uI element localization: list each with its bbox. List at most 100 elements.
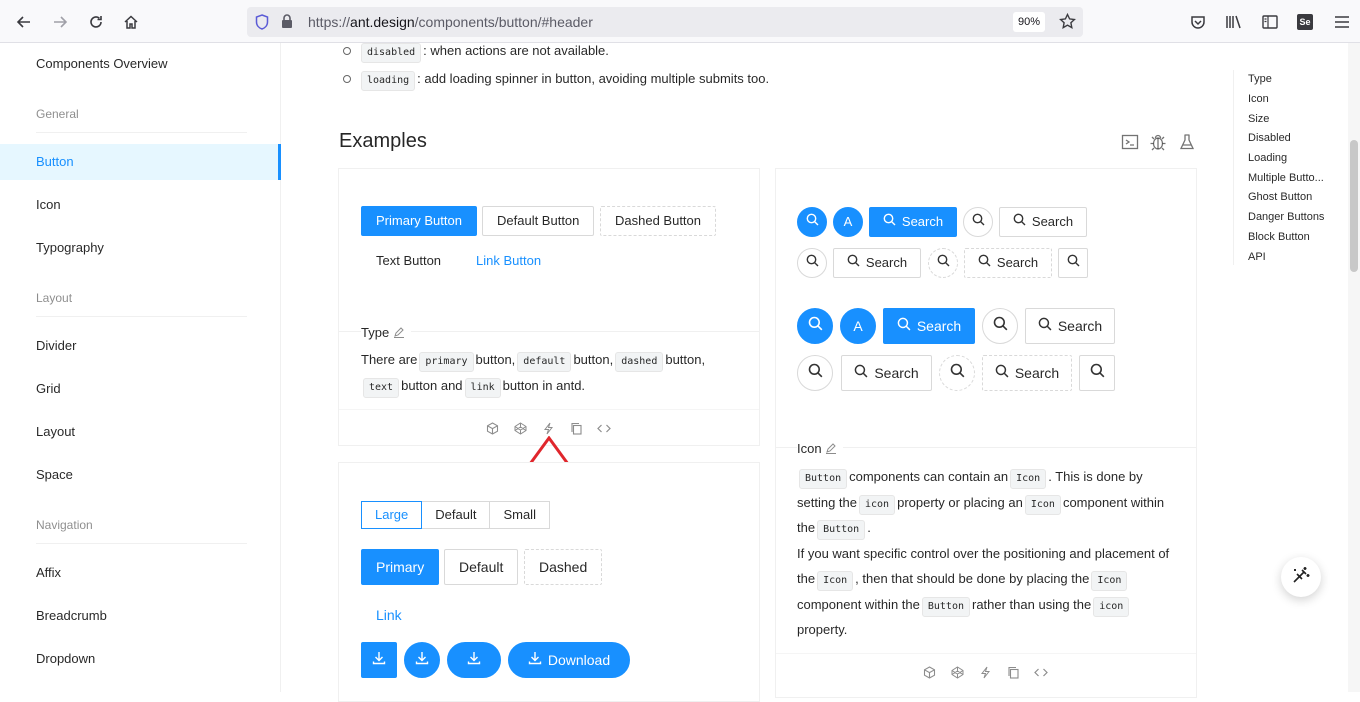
- toc-item-disabled[interactable]: Disabled: [1248, 132, 1291, 144]
- large-default-button[interactable]: Default: [444, 549, 519, 585]
- toc-item-loading[interactable]: Loading: [1248, 152, 1287, 164]
- large-dashed-button[interactable]: Dashed: [524, 549, 603, 585]
- thunderbolt-icon[interactable]: [541, 421, 555, 435]
- sidebar-item-grid[interactable]: Grid: [0, 371, 281, 407]
- search-circle-dashed-large-button[interactable]: [939, 355, 975, 391]
- pocket-icon[interactable]: [1184, 8, 1212, 36]
- toc-item-size[interactable]: Size: [1248, 113, 1269, 125]
- search-circle-outline-button[interactable]: [797, 248, 827, 278]
- terminal-icon[interactable]: [1121, 133, 1141, 153]
- experiment-flask-icon[interactable]: [1178, 133, 1198, 153]
- theme-editor-float-button[interactable]: [1281, 557, 1321, 597]
- codepen-icon[interactable]: [513, 421, 527, 435]
- search-label: Search: [865, 255, 908, 270]
- toc-item-api[interactable]: API: [1248, 251, 1266, 263]
- search-circle-primary-button[interactable]: [797, 207, 827, 237]
- zoom-badge[interactable]: 90%: [1013, 12, 1045, 32]
- sidebar-item-divider[interactable]: Divider: [0, 328, 281, 364]
- size-radio-large[interactable]: Large: [361, 501, 423, 529]
- download-icon-button[interactable]: [361, 642, 397, 678]
- search-label: Search: [1031, 214, 1074, 229]
- edit-icon[interactable]: [393, 326, 405, 341]
- search-circle-primary-large-button[interactable]: [797, 308, 833, 344]
- toc-item-type[interactable]: Type: [1248, 73, 1272, 85]
- toc-item-icon[interactable]: Icon: [1248, 93, 1269, 105]
- search-default-button[interactable]: Search: [999, 207, 1087, 237]
- shield-icon[interactable]: [255, 14, 269, 35]
- forward-arrow-icon[interactable]: [46, 8, 74, 36]
- sidebar-toggle-icon[interactable]: [1256, 8, 1284, 36]
- toc-item-block-button[interactable]: Block Button: [1248, 231, 1310, 243]
- search-icon: [993, 312, 1008, 340]
- page-scrollbar[interactable]: [1348, 43, 1360, 692]
- thunderbolt-icon[interactable]: [978, 665, 992, 679]
- letter-circle-primary-large-button[interactable]: A: [840, 308, 876, 344]
- bug-icon[interactable]: [1149, 133, 1169, 153]
- toc-item-danger-buttons[interactable]: Danger Buttons: [1248, 211, 1324, 223]
- search-icon-large-button[interactable]: [1079, 355, 1115, 391]
- download-circle-button[interactable]: [404, 642, 440, 678]
- size-radio-group: Large Default Small: [361, 501, 550, 529]
- letter-circle-primary-button[interactable]: A: [833, 207, 863, 237]
- search-primary-large-button[interactable]: Search: [883, 308, 975, 344]
- codesandbox-icon[interactable]: [922, 665, 936, 679]
- codepen-icon[interactable]: [950, 665, 964, 679]
- icon-demo-card: A Search Search Search Search A Search S…: [775, 168, 1197, 698]
- selenium-extension-icon[interactable]: Se: [1291, 8, 1319, 36]
- menu-hamburger-icon[interactable]: [1328, 8, 1356, 36]
- size-radio-small[interactable]: Small: [489, 501, 550, 529]
- sidebar-item-dropdown[interactable]: Dropdown: [0, 641, 281, 677]
- search-circle-outline-button[interactable]: [963, 207, 993, 237]
- search-icon-button[interactable]: [1058, 248, 1088, 278]
- home-icon[interactable]: [117, 8, 145, 36]
- search-dashed-large-button[interactable]: Search: [982, 355, 1072, 391]
- search-dashed-button[interactable]: Search: [964, 248, 1052, 278]
- search-circle-outline-large-button[interactable]: [797, 355, 833, 391]
- sidebar-item-space[interactable]: Space: [0, 457, 281, 493]
- lock-icon[interactable]: [280, 13, 294, 34]
- sidebar-item-layout[interactable]: Layout: [0, 414, 281, 450]
- magic-wand-icon: [1291, 565, 1311, 590]
- scrollbar-thumb[interactable]: [1350, 140, 1358, 272]
- copy-icon[interactable]: [569, 421, 583, 435]
- default-button[interactable]: Default Button: [482, 206, 595, 236]
- reload-icon[interactable]: [82, 8, 110, 36]
- sidebar-item-icon[interactable]: Icon: [0, 187, 281, 223]
- search-circle-outline-large-button[interactable]: [982, 308, 1018, 344]
- search-default-large-button[interactable]: Search: [841, 355, 932, 391]
- search-label: Search: [916, 318, 962, 334]
- sidebar-item-components-overview[interactable]: Components Overview: [0, 46, 281, 82]
- back-arrow-icon[interactable]: [10, 8, 38, 36]
- search-circle-dashed-button[interactable]: [928, 248, 958, 278]
- sidebar-item-typography[interactable]: Typography: [0, 230, 281, 266]
- address-bar[interactable]: https://ant.design/components/button/#he…: [247, 7, 1083, 37]
- library-icon[interactable]: [1220, 8, 1248, 36]
- sidebar-item-button[interactable]: Button: [0, 144, 281, 180]
- search-default-large-button[interactable]: Search: [1025, 308, 1115, 344]
- demo-actions: [922, 665, 1048, 679]
- download-text-button[interactable]: Download: [508, 642, 630, 678]
- sidebar-item-breadcrumb[interactable]: Breadcrumb: [0, 598, 281, 634]
- search-primary-button[interactable]: Search: [869, 207, 957, 237]
- api-bullet-disabled: disabled: when actions are not available…: [343, 43, 609, 63]
- search-default-button[interactable]: Search: [833, 248, 921, 278]
- copy-icon[interactable]: [1006, 665, 1020, 679]
- toc-item-multiple-button[interactable]: Multiple Butto...: [1248, 172, 1324, 184]
- search-label: Search: [996, 255, 1039, 270]
- download-round-button[interactable]: [447, 642, 501, 678]
- bookmark-star-icon[interactable]: [1059, 12, 1076, 35]
- code-expand-icon[interactable]: [1034, 665, 1048, 679]
- sidebar-item-affix[interactable]: Affix: [0, 555, 281, 591]
- toc-item-ghost-button[interactable]: Ghost Button: [1248, 191, 1312, 203]
- dashed-button[interactable]: Dashed Button: [600, 206, 717, 236]
- edit-icon[interactable]: [825, 442, 837, 457]
- size-radio-default[interactable]: Default: [421, 501, 491, 529]
- large-link-button[interactable]: Link: [361, 597, 417, 633]
- codesandbox-icon[interactable]: [485, 421, 499, 435]
- download-label: Download: [547, 652, 611, 668]
- link-button[interactable]: Link Button: [461, 246, 556, 276]
- large-primary-button[interactable]: Primary: [361, 549, 440, 585]
- text-button[interactable]: Text Button: [361, 246, 456, 276]
- primary-button[interactable]: Primary Button: [361, 206, 477, 236]
- code-expand-icon[interactable]: [597, 421, 611, 435]
